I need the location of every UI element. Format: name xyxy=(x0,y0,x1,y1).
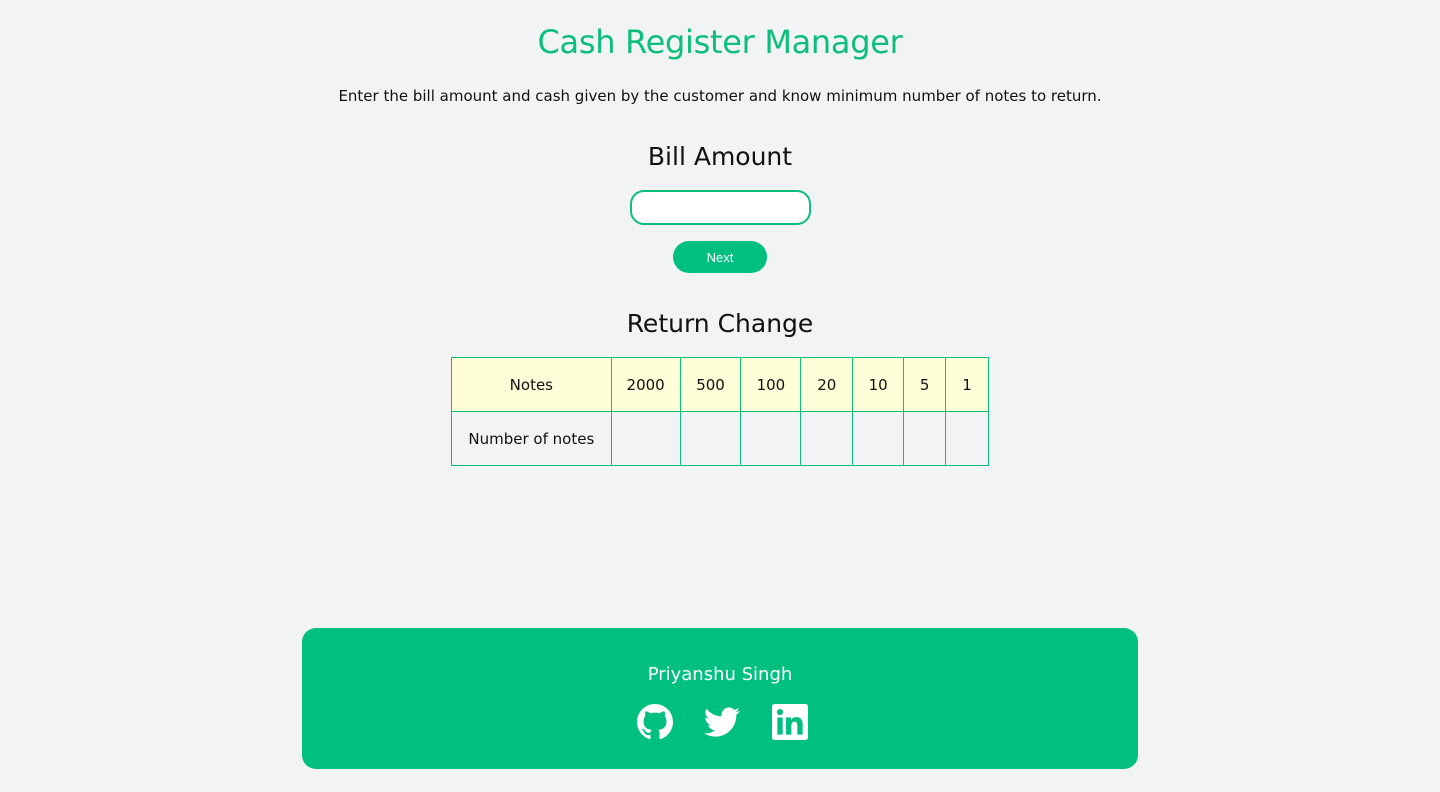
page-description: Enter the bill amount and cash given by … xyxy=(338,87,1102,105)
note-count-cell xyxy=(945,411,989,466)
note-denomination: 1 xyxy=(945,357,989,412)
note-count-cell xyxy=(679,411,742,466)
return-change-table: Notes 2000 500 100 20 10 5 1 Number of n… xyxy=(451,357,989,466)
note-denomination: 20 xyxy=(800,357,854,412)
bill-amount-heading: Bill Amount xyxy=(647,142,793,171)
twitter-icon xyxy=(704,707,740,737)
page: Cash Register Manager Enter the bill amo… xyxy=(0,0,1440,792)
number-of-notes-row: Number of notes xyxy=(451,411,989,466)
footer-author-name: Priyanshu Singh xyxy=(647,664,793,685)
note-denomination: 2000 xyxy=(610,357,681,412)
note-count-cell xyxy=(800,411,854,466)
notes-row: Notes 2000 500 100 20 10 5 1 xyxy=(451,357,989,412)
page-title: Cash Register Manager xyxy=(537,23,903,61)
number-of-notes-row-label: Number of notes xyxy=(451,411,612,466)
next-button[interactable]: Next xyxy=(673,241,767,273)
github-icon xyxy=(637,704,673,740)
return-change-heading: Return Change xyxy=(626,309,814,338)
note-denomination: 10 xyxy=(852,357,905,412)
twitter-link[interactable] xyxy=(704,704,740,740)
footer: Priyanshu Singh xyxy=(302,628,1138,769)
linkedin-icon xyxy=(772,704,808,740)
note-count-cell xyxy=(903,411,947,466)
note-denomination: 100 xyxy=(740,357,802,412)
bill-amount-input[interactable] xyxy=(630,190,811,225)
note-count-cell xyxy=(610,411,681,466)
note-count-cell xyxy=(852,411,905,466)
note-denomination: 500 xyxy=(679,357,742,412)
note-count-cell xyxy=(740,411,802,466)
notes-row-label: Notes xyxy=(451,357,612,412)
note-denomination: 5 xyxy=(903,357,947,412)
linkedin-link[interactable] xyxy=(772,704,808,740)
github-link[interactable] xyxy=(637,704,673,740)
